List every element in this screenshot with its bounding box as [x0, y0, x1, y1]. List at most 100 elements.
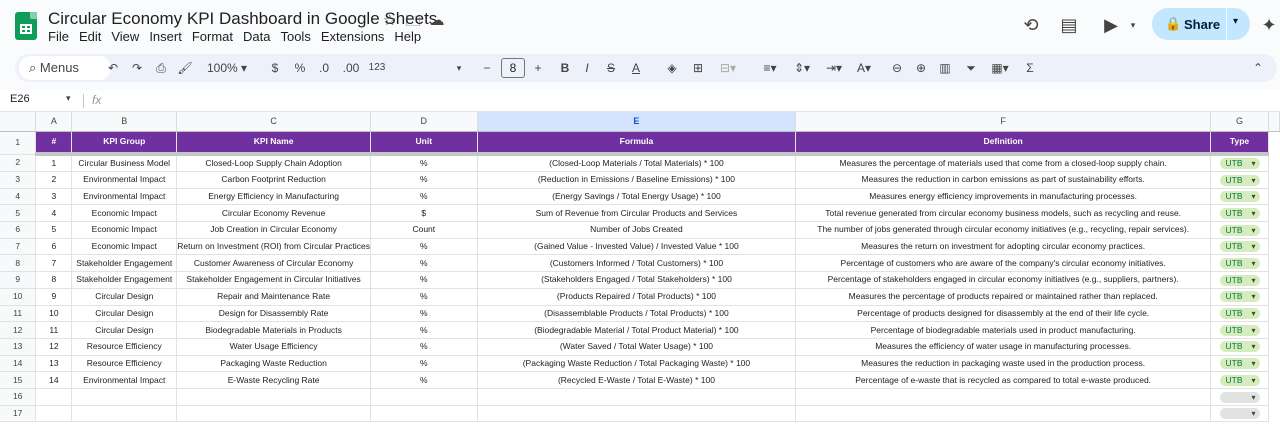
- type-dropdown-chip[interactable]: UTB: [1219, 191, 1260, 203]
- cell-definition[interactable]: Percentage of customers who are aware of…: [795, 254, 1212, 273]
- row-header[interactable]: 15: [0, 371, 37, 389]
- cell-unit[interactable]: %: [370, 254, 478, 273]
- header-cell-unit[interactable]: Unit: [370, 131, 478, 156]
- cell-kpi-name[interactable]: Circular Economy Revenue: [176, 204, 371, 223]
- row-header[interactable]: 2: [0, 154, 37, 172]
- cell-unit[interactable]: %: [370, 288, 478, 306]
- cell-kpi-group[interactable]: Economic Impact: [71, 221, 178, 239]
- row-header[interactable]: 16: [0, 388, 37, 406]
- cell-formula[interactable]: (Reduction in Emissions / Baseline Emiss…: [477, 171, 797, 189]
- cell-number[interactable]: 2: [35, 171, 73, 189]
- cell-kpi-group[interactable]: Circular Design: [71, 288, 178, 306]
- column-header-e[interactable]: E: [477, 112, 797, 132]
- cell-type[interactable]: UTB: [1210, 271, 1269, 289]
- column-header-c[interactable]: C: [176, 112, 371, 132]
- cell-formula[interactable]: (Biodegradable Material / Total Product …: [477, 321, 797, 339]
- cell-unit[interactable]: $: [370, 204, 478, 223]
- type-dropdown-chip[interactable]: UTB: [1219, 174, 1260, 186]
- cell-unit[interactable]: %: [370, 154, 478, 172]
- cell-unit[interactable]: Count: [370, 221, 478, 239]
- cell-kpi-name[interactable]: [176, 405, 371, 423]
- row-header[interactable]: 4: [0, 188, 37, 206]
- insert-chart-icon[interactable]: ▥: [937, 59, 953, 77]
- cell-kpi-group[interactable]: Resource Efficiency: [71, 338, 178, 356]
- cell-definition[interactable]: Percentage of e-waste that is recycled a…: [795, 371, 1212, 389]
- type-dropdown-chip[interactable]: UTB: [1219, 374, 1260, 386]
- cell-type[interactable]: UTB: [1210, 288, 1269, 306]
- cell-number[interactable]: [35, 388, 73, 406]
- menu-format[interactable]: Format: [187, 29, 238, 45]
- row-header[interactable]: 13: [0, 338, 37, 356]
- cell-number[interactable]: 8: [35, 271, 73, 289]
- italic-icon[interactable]: I: [581, 59, 593, 77]
- row-header[interactable]: 5: [0, 204, 37, 223]
- sheets-logo-icon[interactable]: [15, 12, 37, 40]
- cell-kpi-name[interactable]: Job Creation in Circular Economy: [176, 221, 371, 239]
- bold-button[interactable]: B: [559, 59, 571, 77]
- row-header[interactable]: 8: [0, 254, 37, 273]
- fill-color-icon[interactable]: ◈: [665, 59, 679, 77]
- insert-comment-icon[interactable]: ⊕: [913, 59, 929, 77]
- type-dropdown-chip[interactable]: UTB: [1219, 274, 1260, 286]
- font-size-input[interactable]: 8: [501, 58, 525, 78]
- merge-cells-icon[interactable]: ⊟▾: [715, 59, 741, 77]
- cell-definition[interactable]: Measures the percentage of materials use…: [795, 154, 1212, 172]
- cell-unit[interactable]: %: [370, 305, 478, 323]
- name-box-chevron-down-icon[interactable]: ▾: [66, 93, 71, 104]
- cell-number[interactable]: 12: [35, 338, 73, 356]
- gemini-sparkle-icon[interactable]: ✦: [1258, 14, 1280, 36]
- cell-kpi-group[interactable]: Circular Design: [71, 321, 178, 339]
- type-dropdown-chip[interactable]: UTB: [1219, 291, 1260, 303]
- filter-views-icon[interactable]: ▦▾: [987, 59, 1013, 77]
- header-cell-kpi-name[interactable]: KPI Name: [176, 131, 371, 156]
- cell-number[interactable]: 6: [35, 238, 73, 256]
- cell-kpi-group[interactable]: Circular Business Model: [71, 154, 178, 172]
- cell-formula[interactable]: (Stakeholders Engaged / Total Stakeholde…: [477, 271, 797, 289]
- functions-button[interactable]: Σ: [1023, 59, 1037, 77]
- type-dropdown-chip[interactable]: UTB: [1219, 358, 1260, 370]
- vertical-align-icon[interactable]: ⇕▾: [789, 59, 815, 77]
- column-header-g[interactable]: G: [1210, 112, 1269, 132]
- cell-formula[interactable]: (Packaging Waste Reduction / Total Packa…: [477, 355, 797, 373]
- row-header[interactable]: 11: [0, 305, 37, 323]
- cell-formula[interactable]: [477, 388, 797, 406]
- cell-number[interactable]: 3: [35, 188, 73, 206]
- cell-definition[interactable]: Measures the reduction in carbon emissio…: [795, 171, 1212, 189]
- cell-kpi-name[interactable]: Carbon Footprint Reduction: [176, 171, 371, 189]
- cell-formula[interactable]: [477, 405, 797, 423]
- print-icon[interactable]: ⎙: [153, 59, 169, 77]
- type-dropdown-chip[interactable]: UTB: [1219, 258, 1260, 270]
- cell-number[interactable]: 11: [35, 321, 73, 339]
- type-dropdown-chip[interactable]: [1219, 391, 1260, 403]
- cell-type[interactable]: UTB: [1210, 254, 1269, 273]
- cell-kpi-name[interactable]: Closed-Loop Supply Chain Adoption: [176, 154, 371, 172]
- strikethrough-icon[interactable]: S: [605, 59, 617, 77]
- cell-definition[interactable]: Measures the return on investment for ad…: [795, 238, 1212, 256]
- cell-kpi-group[interactable]: Stakeholder Engagement: [71, 254, 178, 273]
- cell-unit[interactable]: %: [370, 188, 478, 206]
- cell-type[interactable]: UTB: [1210, 204, 1269, 223]
- currency-format-button[interactable]: $: [269, 59, 281, 77]
- cell-unit[interactable]: %: [370, 371, 478, 389]
- type-dropdown-chip[interactable]: [1219, 408, 1260, 420]
- cell-kpi-name[interactable]: Packaging Waste Reduction: [176, 355, 371, 373]
- cell-type[interactable]: UTB: [1210, 355, 1269, 373]
- cell-number[interactable]: 4: [35, 204, 73, 223]
- type-dropdown-chip[interactable]: UTB: [1219, 158, 1260, 170]
- row-header[interactable]: 3: [0, 171, 37, 189]
- cell-definition[interactable]: Measures the efficiency of water usage i…: [795, 338, 1212, 356]
- cell-formula[interactable]: (Products Repaired / Total Products) * 1…: [477, 288, 797, 306]
- cell-number[interactable]: 7: [35, 254, 73, 273]
- paint-format-icon[interactable]: 🖌: [177, 59, 193, 77]
- cell-kpi-group[interactable]: [71, 388, 178, 406]
- cell-kpi-group[interactable]: [71, 405, 178, 423]
- share-button[interactable]: 🔒 Share ▾: [1152, 8, 1250, 40]
- font-family-chevron-down-icon[interactable]: ▾: [451, 59, 467, 77]
- column-header-a[interactable]: A: [35, 112, 73, 132]
- cell-type[interactable]: [1210, 405, 1269, 423]
- cell-kpi-name[interactable]: Stakeholder Engagement in Circular Initi…: [176, 271, 371, 289]
- cell-formula[interactable]: (Gained Value - Invested Value) / Invest…: [477, 238, 797, 256]
- undo-icon[interactable]: ↶: [105, 59, 121, 77]
- cell-type[interactable]: UTB: [1210, 188, 1269, 206]
- filter-icon[interactable]: ⏷: [963, 59, 979, 77]
